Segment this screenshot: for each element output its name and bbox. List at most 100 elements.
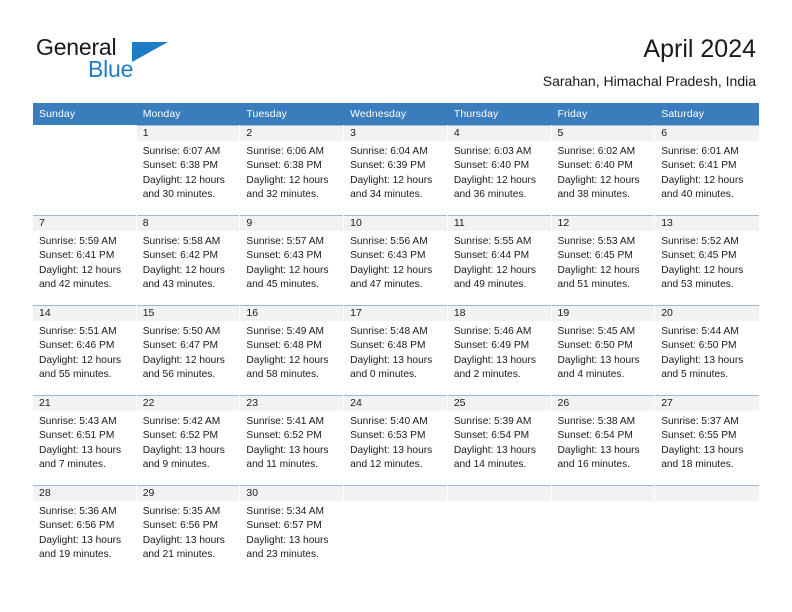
calendar-cell: 1 Sunrise: 6:07 AM Sunset: 6:38 PM Daylight…: [136, 125, 241, 215]
day-cell[interactable]: 8 Sunrise: 5:58 AM Sunset: 6:42 PM Daylight…: [136, 215, 241, 305]
calendar-page: General Blue April 2024 Sarahan, Himacha…: [0, 0, 792, 612]
sunrise-text: Sunrise: 5:42 AM: [142, 416, 221, 427]
day-cell[interactable]: 27 Sunrise: 5:37 AM Sunset: 6:55 PM Dayligh…: [655, 395, 759, 485]
calendar-cell: 12 Sunrise: 5:53 AM Sunset: 6:45 PM Dayligh…: [551, 215, 656, 305]
day-cell[interactable]: 15 Sunrise: 5:50 AM Sunset: 6:47 PM Dayligh…: [136, 305, 241, 395]
sunset-text: Sunset: 6:56 PM: [39, 520, 115, 532]
day-cell[interactable]: 13 Sunrise: 5:52 AM Sunset: 6:45 PM Dayligh…: [655, 215, 759, 305]
day-cell[interactable]: 19 Sunrise: 5:45 AM Sunset: 6:50 PM Dayligh…: [551, 305, 656, 395]
daylight-text: Daylight: 12 hours and 58 minutes.: [246, 354, 329, 381]
day-number: 11: [447, 215, 551, 231]
day-cell[interactable]: 29 Sunrise: 5:35 AM Sunset: 6:56 PM Dayligh…: [136, 485, 241, 575]
day-cell[interactable]: 12 Sunrise: 5:53 AM Sunset: 6:45 PM Dayligh…: [551, 215, 656, 305]
calendar-cell: 8 Sunrise: 5:58 AM Sunset: 6:42 PM Daylight…: [136, 215, 241, 305]
day-number: 28: [33, 485, 136, 501]
day-cell[interactable]: 30 Sunrise: 5:34 AM Sunset: 6:57 PM Dayligh…: [240, 485, 345, 575]
logo-triangle-icon: [132, 42, 168, 62]
day-cell[interactable]: 9 Sunrise: 5:57 AM Sunset: 6:43 PM Daylight…: [240, 215, 345, 305]
sunrise-text: Sunrise: 6:06 AM: [246, 146, 324, 157]
day-details: Sunrise: 5:46 AM Sunset: 6:49 PM Daylight:…: [448, 321, 551, 383]
day-cell[interactable]: 22 Sunrise: 5:42 AM Sunset: 6:52 PM Dayligh…: [136, 395, 241, 485]
day-cell[interactable]: 2 Sunrise: 6:06 AM Sunset: 6:38 PM Daylight…: [240, 125, 345, 215]
day-cell[interactable]: 23 Sunrise: 5:41 AM Sunset: 6:52 PM Dayligh…: [240, 395, 345, 485]
day-details: Sunrise: 5:59 AM Sunset: 6:41 PM Daylight:…: [33, 231, 136, 293]
calendar-cell: 25 Sunrise: 5:39 AM Sunset: 6:54 PM Dayligh…: [447, 395, 552, 485]
calendar-cell: 21 Sunrise: 5:43 AM Sunset: 6:51 PM Dayligh…: [33, 395, 137, 485]
day-cell[interactable]: 17 Sunrise: 5:48 AM Sunset: 6:48 PM Dayligh…: [344, 305, 448, 395]
day-number: [447, 485, 551, 501]
calendar-cell: 24 Sunrise: 5:40 AM Sunset: 6:53 PM Dayligh…: [344, 395, 448, 485]
day-details: Sunrise: 5:41 AM Sunset: 6:52 PM Daylight:…: [240, 411, 343, 473]
calendar-week-row: 28 Sunrise: 5:36 AM Sunset: 6:56 PM Dayligh…: [33, 485, 759, 575]
daylight-text: Daylight: 12 hours and 30 minutes.: [142, 174, 225, 201]
calendar-cell: 18 Sunrise: 5:46 AM Sunset: 6:49 PM Dayligh…: [447, 305, 552, 395]
day-cell[interactable]: 20 Sunrise: 5:44 AM Sunset: 6:50 PM Dayligh…: [655, 305, 759, 395]
sunset-text: Sunset: 6:45 PM: [661, 250, 737, 262]
day-cell[interactable]: 11 Sunrise: 5:55 AM Sunset: 6:44 PM Dayligh…: [447, 215, 552, 305]
day-details: Sunrise: 5:39 AM Sunset: 6:54 PM Daylight:…: [448, 411, 551, 473]
day-details: Sunrise: 5:55 AM Sunset: 6:44 PM Daylight:…: [448, 231, 551, 293]
day-details: Sunrise: 5:48 AM Sunset: 6:48 PM Daylight:…: [344, 321, 447, 383]
day-number: [551, 485, 655, 501]
daylight-text: Daylight: 12 hours and 42 minutes.: [39, 264, 122, 291]
day-cell-empty: [447, 485, 552, 575]
day-number: 27: [655, 395, 759, 411]
day-cell[interactable]: 6 Sunrise: 6:01 AM Sunset: 6:41 PM Daylight…: [655, 125, 759, 215]
sunrise-text: Sunrise: 6:07 AM: [142, 146, 221, 157]
sunrise-text: Sunrise: 5:39 AM: [453, 416, 532, 427]
sunset-text: Sunset: 6:53 PM: [350, 430, 426, 442]
sunset-text: Sunset: 6:57 PM: [246, 520, 322, 532]
daylight-text: Daylight: 13 hours and 5 minutes.: [661, 354, 744, 381]
sunset-text: Sunset: 6:38 PM: [246, 160, 322, 172]
weekday-header-tuesday: Tuesday: [240, 103, 345, 125]
sunset-text: Sunset: 6:45 PM: [557, 250, 633, 262]
sunset-text: Sunset: 6:40 PM: [557, 160, 633, 172]
sunset-text: Sunset: 6:39 PM: [350, 160, 426, 172]
day-number: 26: [551, 395, 655, 411]
day-details: Sunrise: 5:56 AM Sunset: 6:43 PM Daylight:…: [344, 231, 447, 293]
day-number: 9: [240, 215, 344, 231]
day-cell[interactable]: 28 Sunrise: 5:36 AM Sunset: 6:56 PM Dayligh…: [33, 485, 137, 575]
calendar-cell: 5 Sunrise: 6:02 AM Sunset: 6:40 PM Daylight…: [551, 125, 656, 215]
sunset-text: Sunset: 6:52 PM: [246, 430, 322, 442]
day-cell-empty: [33, 125, 137, 215]
daylight-text: Daylight: 12 hours and 55 minutes.: [39, 354, 122, 381]
sunset-text: Sunset: 6:41 PM: [39, 250, 115, 262]
day-cell[interactable]: 4 Sunrise: 6:03 AM Sunset: 6:40 PM Daylight…: [447, 125, 552, 215]
day-number: 22: [136, 395, 240, 411]
day-cell[interactable]: 24 Sunrise: 5:40 AM Sunset: 6:53 PM Dayligh…: [344, 395, 448, 485]
general-blue-logo[interactable]: General Blue: [36, 36, 236, 88]
calendar-cell: 20 Sunrise: 5:44 AM Sunset: 6:50 PM Dayligh…: [655, 305, 759, 395]
day-cell[interactable]: 5 Sunrise: 6:02 AM Sunset: 6:40 PM Daylight…: [551, 125, 656, 215]
sunset-text: Sunset: 6:50 PM: [661, 340, 737, 352]
calendar-cell: 13 Sunrise: 5:52 AM Sunset: 6:45 PM Dayligh…: [655, 215, 759, 305]
sunset-text: Sunset: 6:44 PM: [453, 250, 530, 262]
day-cell[interactable]: 7 Sunrise: 5:59 AM Sunset: 6:41 PM Daylight…: [33, 215, 137, 305]
day-cell[interactable]: 18 Sunrise: 5:46 AM Sunset: 6:49 PM Dayligh…: [447, 305, 552, 395]
daylight-text: Daylight: 12 hours and 56 minutes.: [142, 354, 225, 381]
sunrise-text: Sunrise: 5:58 AM: [142, 236, 221, 247]
calendar-week-row: 21 Sunrise: 5:43 AM Sunset: 6:51 PM Dayligh…: [33, 395, 759, 485]
day-cell[interactable]: 25 Sunrise: 5:39 AM Sunset: 6:54 PM Dayligh…: [447, 395, 552, 485]
calendar-cell: 2 Sunrise: 6:06 AM Sunset: 6:38 PM Daylight…: [240, 125, 345, 215]
sunrise-text: Sunrise: 5:51 AM: [39, 326, 117, 337]
day-cell[interactable]: 10 Sunrise: 5:56 AM Sunset: 6:43 PM Dayligh…: [344, 215, 448, 305]
day-cell[interactable]: 1 Sunrise: 6:07 AM Sunset: 6:38 PM Daylight…: [136, 125, 241, 215]
daylight-text: Daylight: 13 hours and 16 minutes.: [557, 444, 640, 471]
day-details: Sunrise: 5:52 AM Sunset: 6:45 PM Daylight:…: [655, 231, 759, 293]
day-number: 13: [655, 215, 759, 231]
day-cell[interactable]: 26 Sunrise: 5:38 AM Sunset: 6:54 PM Dayligh…: [551, 395, 656, 485]
calendar-cell: [33, 125, 137, 215]
day-cell[interactable]: 16 Sunrise: 5:49 AM Sunset: 6:48 PM Dayligh…: [240, 305, 345, 395]
day-number: 18: [447, 305, 551, 321]
day-cell[interactable]: 14 Sunrise: 5:51 AM Sunset: 6:46 PM Dayligh…: [33, 305, 137, 395]
day-number: 30: [240, 485, 344, 501]
day-cell[interactable]: 21 Sunrise: 5:43 AM Sunset: 6:51 PM Dayligh…: [33, 395, 137, 485]
day-number: 10: [344, 215, 447, 231]
day-cell-empty: [655, 485, 759, 575]
sunrise-text: Sunrise: 5:46 AM: [453, 326, 532, 337]
day-details: Sunrise: 5:50 AM Sunset: 6:47 PM Daylight:…: [137, 321, 240, 383]
day-number: 1: [136, 125, 240, 141]
day-cell[interactable]: 3 Sunrise: 6:04 AM Sunset: 6:39 PM Daylight…: [344, 125, 448, 215]
day-details: Sunrise: 5:40 AM Sunset: 6:53 PM Daylight:…: [344, 411, 447, 473]
